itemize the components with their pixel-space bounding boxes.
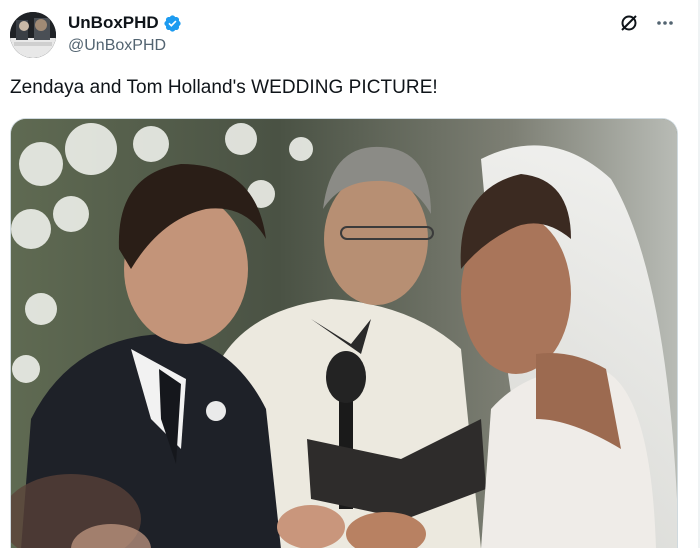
grok-button[interactable] [618,12,640,34]
author-handle[interactable]: @UnBoxPHD [68,37,166,55]
post-text: Zendaya and Tom Holland's WEDDING PICTUR… [10,77,438,98]
wedding-photo [11,119,677,548]
avatar[interactable] [10,12,56,58]
avatar-image [10,12,56,58]
author-display-name[interactable]: UnBoxPHD [68,13,159,33]
more-options-button[interactable] [654,12,676,34]
more-horizontal-icon [657,21,673,25]
post-image[interactable] [10,118,678,548]
author-name-row: UnBoxPHD [68,13,182,33]
grok-icon [621,15,637,31]
verified-badge-icon [164,14,181,32]
tweet-card: UnBoxPHD @UnBoxPHD Zendaya and Tom Holla… [0,0,700,548]
post-actions [618,12,676,34]
